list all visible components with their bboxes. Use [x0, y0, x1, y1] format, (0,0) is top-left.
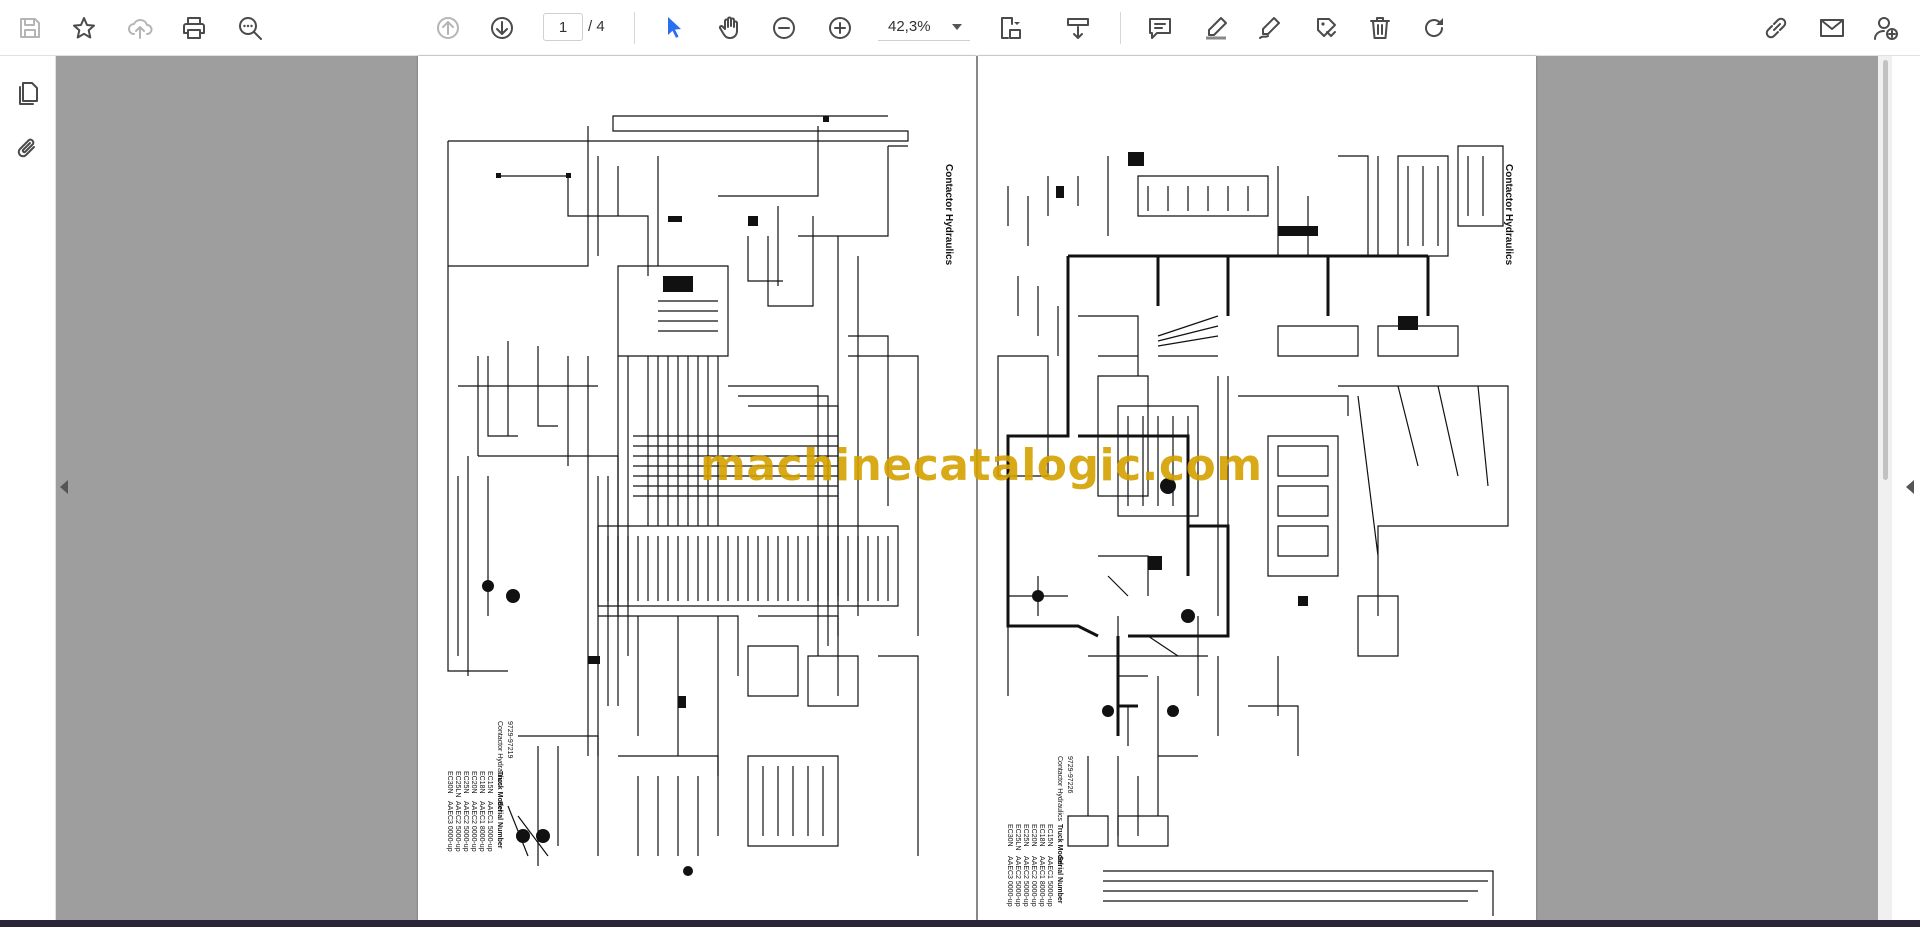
- add-user-icon[interactable]: [1868, 10, 1904, 46]
- page-right-model-label: Contactor Hydraulics: [1056, 756, 1063, 821]
- model-entry: EC30N: [1006, 824, 1013, 847]
- serial-entry: AAEC3 0000-up: [1006, 856, 1013, 907]
- serial-entry: AAEC3 0000-up: [446, 801, 453, 852]
- model-entry: EC25N: [462, 771, 469, 794]
- bookmark-star-icon[interactable]: [66, 10, 102, 46]
- toolbar-divider: [634, 12, 635, 44]
- serial-entry: AAEC1 5000-up: [486, 801, 493, 852]
- chevron-down-icon: [952, 24, 962, 30]
- collapse-left-pane-icon[interactable]: [60, 480, 68, 494]
- highlight-pen-icon[interactable]: [1198, 10, 1234, 46]
- serial-entry: AAEC1 8000-up: [1038, 856, 1045, 907]
- toolbar-divider: [1120, 12, 1121, 44]
- select-cursor-icon[interactable]: [656, 10, 692, 46]
- hand-tool-icon[interactable]: [712, 10, 748, 46]
- page-number-input[interactable]: 1: [543, 13, 583, 41]
- page-left-truck-header: Truck Model: [496, 771, 503, 812]
- watermark-text: machinecatalogic.com: [700, 440, 1263, 491]
- email-icon[interactable]: [1814, 10, 1850, 46]
- delete-icon[interactable]: [1362, 10, 1398, 46]
- page-total-label: / 4: [588, 18, 605, 35]
- pages-thumbnails-icon[interactable]: [10, 75, 46, 111]
- zoom-in-icon[interactable]: [822, 10, 858, 46]
- model-entry: EC20N: [1030, 824, 1037, 847]
- model-entry: EC30N: [446, 771, 453, 794]
- page-right-serial-header: Serial Number: [1056, 856, 1063, 904]
- model-entry: EC18N: [1038, 824, 1045, 847]
- zoom-search-icon[interactable]: [232, 10, 268, 46]
- model-entry: EC20N: [470, 771, 477, 794]
- scrollbar-thumb[interactable]: [1883, 60, 1888, 480]
- main-toolbar: 1 / 4 42,3%: [0, 0, 1920, 56]
- rotate-icon[interactable]: [1416, 10, 1452, 46]
- model-entry: EC15N: [486, 771, 493, 794]
- model-entry: EC15N: [1046, 824, 1053, 847]
- serial-entry: AAEC2 0000-up: [1030, 856, 1037, 907]
- zoom-out-icon[interactable]: [766, 10, 802, 46]
- next-page-icon[interactable]: [484, 10, 520, 46]
- scroll-mode-icon[interactable]: [1060, 10, 1096, 46]
- draw-pen-icon[interactable]: [1252, 10, 1288, 46]
- attachments-paperclip-icon[interactable]: [10, 131, 46, 167]
- page-right-title: Contactor Hydraulics: [1503, 164, 1514, 266]
- serial-entry: AAEC2 5000-up: [1022, 856, 1029, 907]
- share-link-icon[interactable]: [1758, 10, 1794, 46]
- model-entry: EC25LN: [1014, 824, 1021, 851]
- expand-right-pane-icon[interactable]: [1906, 480, 1914, 494]
- serial-entry: AAEC2 5000-up: [1014, 856, 1021, 907]
- previous-page-icon[interactable]: [430, 10, 466, 46]
- serial-entry: AAEC2 0000-up: [470, 801, 477, 852]
- stamp-icon[interactable]: [1308, 10, 1344, 46]
- print-icon[interactable]: [176, 10, 212, 46]
- page-right-model-code: 9729-97226: [1066, 756, 1073, 794]
- page-left-title: Contactor Hydraulics: [943, 164, 954, 266]
- model-entry: EC25LN: [454, 771, 461, 798]
- save-icon[interactable]: [12, 10, 48, 46]
- zoom-level-select[interactable]: 42,3%: [878, 13, 970, 41]
- serial-entry: AAEC1 8000-up: [478, 801, 485, 852]
- model-entry: EC25N: [1022, 824, 1029, 847]
- model-entry: EC18N: [478, 771, 485, 794]
- cloud-upload-icon[interactable]: [122, 10, 158, 46]
- zoom-level-value: 42,3%: [888, 18, 931, 35]
- serial-entry: AAEC1 5000-up: [1046, 856, 1053, 907]
- comment-icon[interactable]: [1142, 10, 1178, 46]
- serial-entry: AAEC2 5000-up: [462, 801, 469, 852]
- navigation-pane: [0, 56, 56, 920]
- page-left-model-code: 9729-97219: [506, 721, 513, 759]
- serial-entry: AAEC2 5000-up: [454, 801, 461, 852]
- fit-page-icon[interactable]: [992, 10, 1028, 46]
- taskbar-strip: [0, 920, 1920, 927]
